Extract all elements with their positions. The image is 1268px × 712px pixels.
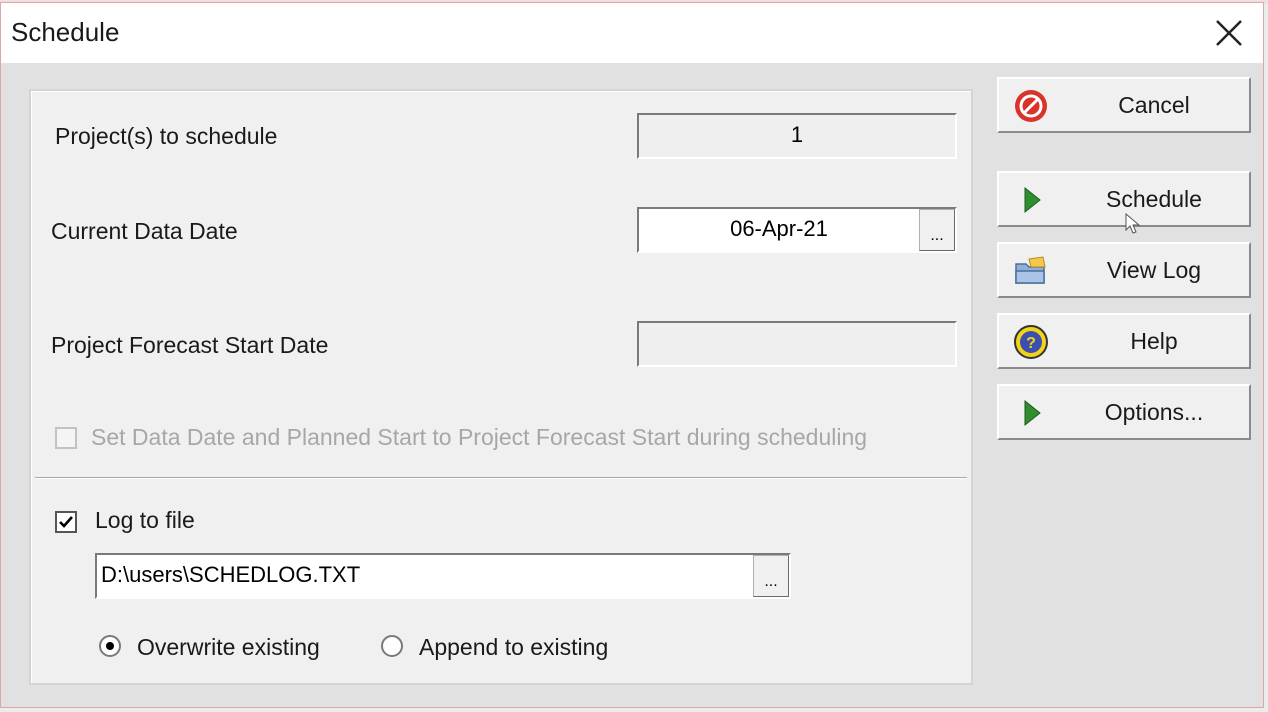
schedule-dialog: Schedule Project(s) to schedule 1 Curren… (0, 2, 1264, 708)
cancel-button[interactable]: Cancel (997, 77, 1251, 133)
close-icon[interactable] (1207, 11, 1251, 55)
title-bar: Schedule (1, 3, 1263, 63)
forecast-start-field (637, 321, 957, 367)
play-arrow-icon (1024, 399, 1041, 427)
help-button[interactable]: ? Help (997, 313, 1251, 369)
mouse-cursor-icon (1125, 213, 1141, 234)
projects-label: Project(s) to schedule (55, 123, 278, 149)
forecast-start-label: Project Forecast Start Date (51, 332, 329, 358)
overwrite-radio[interactable] (99, 635, 121, 657)
schedule-button[interactable]: Schedule (997, 171, 1251, 227)
options-button[interactable]: Options... (997, 384, 1251, 440)
log-path-field[interactable]: D:\users\SCHEDLOG.TXT ... (95, 553, 791, 599)
projects-count-field: 1 (637, 113, 957, 159)
schedule-button-label: Schedule (1106, 186, 1202, 212)
no-entry-icon (1015, 90, 1047, 122)
data-date-value: 06-Apr-21 (730, 216, 828, 241)
data-date-picker-button[interactable]: ... (919, 209, 955, 251)
options-button-label: Options... (1104, 399, 1204, 425)
checkmark-icon (59, 516, 73, 528)
cancel-button-label: Cancel (1118, 92, 1190, 118)
log-path-browse-button[interactable]: ... (753, 555, 789, 597)
svg-text:?: ? (1026, 335, 1036, 352)
log-to-file-checkbox[interactable] (55, 511, 77, 533)
open-folder-icon (1015, 256, 1046, 284)
view-log-button-label: View Log (1106, 257, 1202, 283)
view-log-button[interactable]: View Log (997, 242, 1251, 298)
section-divider (35, 477, 967, 479)
log-path-value: D:\users\SCHEDLOG.TXT (101, 562, 361, 587)
data-date-field[interactable]: 06-Apr-21 ... (637, 207, 957, 253)
question-mark-icon: ? (1014, 325, 1048, 359)
play-arrow-icon (1024, 186, 1041, 214)
set-data-date-checkbox (55, 427, 77, 449)
help-button-label: Help (1130, 328, 1178, 354)
data-date-label: Current Data Date (51, 218, 238, 244)
radio-selected-dot (106, 642, 114, 650)
log-to-file-label: Log to file (95, 507, 195, 533)
append-label: Append to existing (419, 634, 609, 660)
projects-count-value: 1 (790, 122, 804, 147)
window-title: Schedule (11, 17, 120, 47)
append-radio[interactable] (381, 635, 403, 657)
overwrite-label: Overwrite existing (137, 634, 320, 660)
set-data-date-label: Set Data Date and Planned Start to Proje… (91, 424, 868, 450)
schedule-options-panel: Project(s) to schedule 1 Current Data Da… (29, 89, 973, 685)
